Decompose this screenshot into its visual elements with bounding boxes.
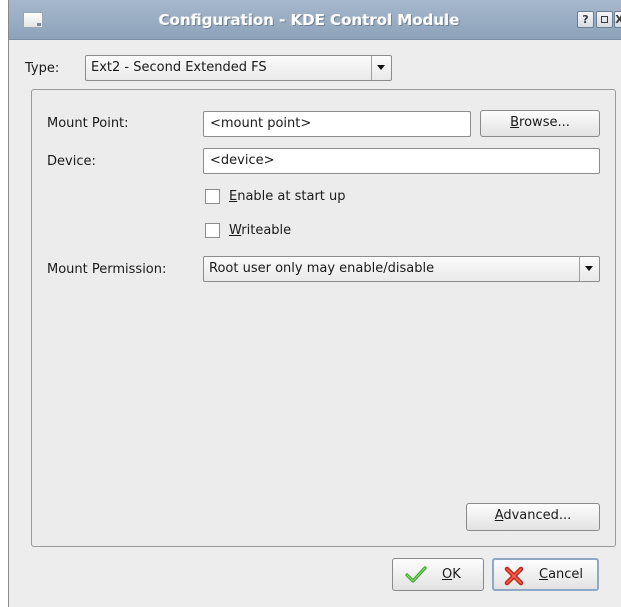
help-button[interactable]: ? — [577, 11, 594, 28]
browse-mnemonic: B — [510, 115, 520, 130]
enable-at-startup-checkbox[interactable] — [205, 189, 220, 204]
red-x-icon — [504, 566, 524, 586]
checkmark-icon — [405, 566, 427, 583]
ok-mnemonic: O — [442, 567, 453, 582]
window-title: Configuration - KDE Control Module — [158, 11, 460, 29]
close-button[interactable]: X — [614, 11, 621, 28]
type-combobox[interactable]: Ext2 - Second Extended FS — [85, 55, 392, 81]
device-label: Device: — [47, 154, 96, 169]
writeable-checkbox[interactable] — [205, 223, 220, 238]
permission-selected-value: Root user only may enable/disable — [209, 261, 435, 276]
advanced-label: dvanced... — [503, 508, 572, 523]
ok-label: OK — [442, 567, 461, 582]
mount-permission-label: Mount Permission: — [47, 262, 167, 277]
chevron-down-icon[interactable] — [371, 56, 391, 80]
device-input[interactable]: <device> — [203, 148, 600, 174]
title-bar[interactable]: Configuration - KDE Control Module ? X — [9, 0, 621, 40]
dialog-window: Configuration - KDE Control Module ? X T… — [8, 0, 621, 607]
ok-button[interactable]: OK — [392, 558, 484, 591]
maximize-button[interactable] — [596, 11, 613, 28]
advanced-button[interactable]: Advanced... — [466, 503, 600, 531]
cancel-label-rest: ancel — [548, 567, 584, 582]
close-icon: X — [615, 13, 621, 26]
cancel-label: Cancel — [539, 567, 583, 582]
cancel-button[interactable]: Cancel — [492, 558, 599, 591]
mount-point-input[interactable]: <mount point> — [203, 111, 471, 137]
writeable-label[interactable]: Writeable — [229, 223, 291, 238]
chevron-down-icon[interactable] — [579, 257, 599, 281]
mount-permission-combobox[interactable]: Root user only may enable/disable — [203, 256, 600, 282]
mount-point-label: Mount Point: — [47, 116, 129, 131]
enable-label-rest: nable at start up — [237, 189, 346, 204]
cancel-mnemonic: C — [539, 567, 549, 582]
browse-label: rowse... — [519, 115, 570, 130]
browse-button[interactable]: Browse... — [480, 110, 600, 137]
document-icon — [23, 12, 43, 28]
writeable-label-rest: riteable — [241, 223, 292, 238]
enable-mnemonic: E — [229, 189, 238, 204]
ok-label-rest: K — [452, 567, 461, 582]
writeable-mnemonic: W — [229, 223, 242, 238]
type-label: Type: — [25, 61, 60, 76]
enable-at-startup-label[interactable]: Enable at start up — [229, 189, 346, 204]
type-selected-value: Ext2 - Second Extended FS — [91, 60, 267, 75]
